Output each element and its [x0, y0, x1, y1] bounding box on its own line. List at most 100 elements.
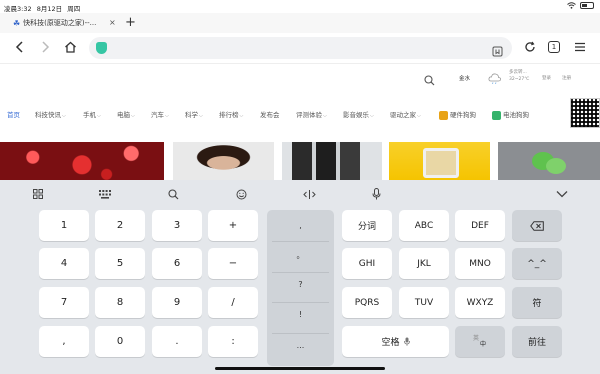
banner-strip [0, 142, 600, 180]
nav-label: 驱动之家 [390, 111, 416, 119]
tab-kkj[interactable]: ☘ 快科技(原驱动之家)--... × [0, 13, 143, 33]
nav-phone[interactable]: 手机⌵ [83, 109, 101, 119]
key-emoticon[interactable]: ^_^ [512, 248, 562, 279]
lang-cn-label: 中 [479, 340, 486, 348]
status-weekday: 周四 [67, 5, 81, 13]
chevron-down-icon: ⌵ [62, 113, 66, 119]
status-date: 8月12日 [36, 5, 63, 13]
tab-close-icon[interactable]: × [109, 18, 116, 27]
weather-desc: 多云转... [509, 70, 527, 75]
key-jkl[interactable]: JKL [399, 248, 449, 279]
key-wxyz[interactable]: WXYZ [455, 287, 505, 318]
banner-person-image[interactable] [173, 142, 274, 180]
nav-pc[interactable]: 电脑⌵ [117, 109, 135, 119]
key-mno[interactable]: MNO [455, 248, 505, 279]
tab-count: 1 [551, 43, 557, 51]
mic-small-icon [403, 337, 410, 346]
forward-icon[interactable] [38, 40, 52, 54]
space-button[interactable]: 空格 [342, 326, 449, 357]
lang-en-label: 英 [472, 334, 479, 342]
back-icon[interactable] [13, 40, 27, 54]
key-segment[interactable]: 分词 [342, 210, 392, 241]
nav-mydrivers[interactable]: 驱动之家⌵ [390, 109, 421, 119]
home-icon[interactable] [63, 40, 77, 54]
collapse-keyboard-icon[interactable] [555, 187, 569, 201]
address-bar[interactable] [89, 37, 512, 59]
site-search-icon[interactable] [424, 71, 435, 90]
nav-label: 发布会 [260, 111, 280, 119]
security-shield-icon [96, 42, 107, 54]
nav-car[interactable]: 汽车⌵ [151, 109, 169, 119]
punct-period[interactable]: 。 [267, 250, 334, 261]
key-9[interactable]: 9 [152, 287, 202, 318]
keyboard-search-icon[interactable] [166, 187, 180, 201]
apps-grid-icon[interactable] [31, 187, 45, 201]
chevron-down-icon: ⌵ [97, 113, 101, 119]
nav-label: 电脑 [117, 111, 130, 119]
register-link[interactable]: 注册 [562, 75, 571, 81]
menu-icon[interactable] [573, 40, 587, 54]
punct-exclaim[interactable]: ! [267, 310, 334, 319]
chevron-down-icon: ⌵ [417, 113, 421, 119]
microphone-icon[interactable] [369, 187, 383, 201]
key-ghi[interactable]: GHI [342, 248, 392, 279]
emoji-icon[interactable] [234, 187, 248, 201]
nav-ranking[interactable]: 排行榜⌵ [219, 109, 243, 119]
cloud-icon [488, 69, 502, 84]
bookmark-icon[interactable] [492, 42, 503, 61]
key-dot[interactable]: . [152, 326, 202, 357]
key-2[interactable]: 2 [95, 210, 145, 241]
punct-comma[interactable]: , [267, 221, 334, 230]
weather-city: 金水 [459, 76, 471, 82]
key-plus[interactable]: + [208, 210, 258, 241]
key-abc[interactable]: ABC [399, 210, 449, 241]
key-tuv[interactable]: TUV [399, 287, 449, 318]
nav-home[interactable]: 首页 [7, 109, 20, 119]
key-0[interactable]: 0 [95, 326, 145, 357]
tab-count-button[interactable]: 1 [548, 41, 560, 53]
banner-phones-image[interactable] [282, 142, 382, 180]
key-7[interactable]: 7 [39, 287, 89, 318]
cursor-move-icon[interactable] [302, 187, 316, 201]
nav-battery-dog[interactable]: 电池狗狗 [492, 109, 529, 120]
key-1[interactable]: 1 [39, 210, 89, 241]
backspace-button[interactable] [512, 210, 562, 241]
login-link[interactable]: 登录 [542, 75, 551, 81]
banner-virus-image[interactable] [0, 142, 164, 180]
chevron-down-icon: ⌵ [370, 113, 374, 119]
key-3[interactable]: 3 [152, 210, 202, 241]
key-colon[interactable]: : [208, 326, 258, 357]
key-def[interactable]: DEF [455, 210, 505, 241]
nav-science[interactable]: 科学⌵ [185, 109, 203, 119]
nav-launch[interactable]: 发布会 [260, 109, 280, 119]
key-4[interactable]: 4 [39, 248, 89, 279]
url-input[interactable] [111, 40, 481, 56]
key-5[interactable]: 5 [95, 248, 145, 279]
punct-question[interactable]: ? [267, 280, 334, 289]
new-tab-button[interactable]: + [125, 15, 136, 30]
punct-divider [272, 241, 329, 242]
key-symbols[interactable]: 符 [512, 287, 562, 318]
key-6[interactable]: 6 [152, 248, 202, 279]
nav-hardware-dog[interactable]: 硬件狗狗 [439, 109, 476, 120]
banner-wechat-image[interactable] [498, 142, 600, 180]
status-time: 凌晨3:32 [4, 5, 32, 13]
go-button[interactable]: 前往 [512, 326, 562, 357]
nav-media[interactable]: 影音娱乐⌵ [343, 109, 374, 119]
refresh-icon[interactable] [523, 40, 537, 54]
key-8[interactable]: 8 [95, 287, 145, 318]
key-minus[interactable]: − [208, 248, 258, 279]
key-comma[interactable]: , [39, 326, 89, 357]
nav-label: 手机 [83, 111, 96, 119]
key-pqrs[interactable]: PQRS [342, 287, 392, 318]
language-switch-button[interactable]: 英 中 [455, 326, 505, 357]
nav-label: 硬件狗狗 [450, 111, 476, 119]
punct-ellipsis[interactable]: ... [267, 341, 334, 350]
nav-label: 汽车 [151, 111, 164, 119]
banner-tablet-image[interactable] [389, 142, 490, 180]
key-slash[interactable]: / [208, 287, 258, 318]
keyboard-layout-icon[interactable] [98, 187, 112, 201]
nav-review[interactable]: 评测体验⌵ [296, 109, 327, 119]
home-indicator[interactable] [215, 367, 385, 370]
nav-tech-news[interactable]: 科技快讯⌵ [35, 109, 66, 119]
